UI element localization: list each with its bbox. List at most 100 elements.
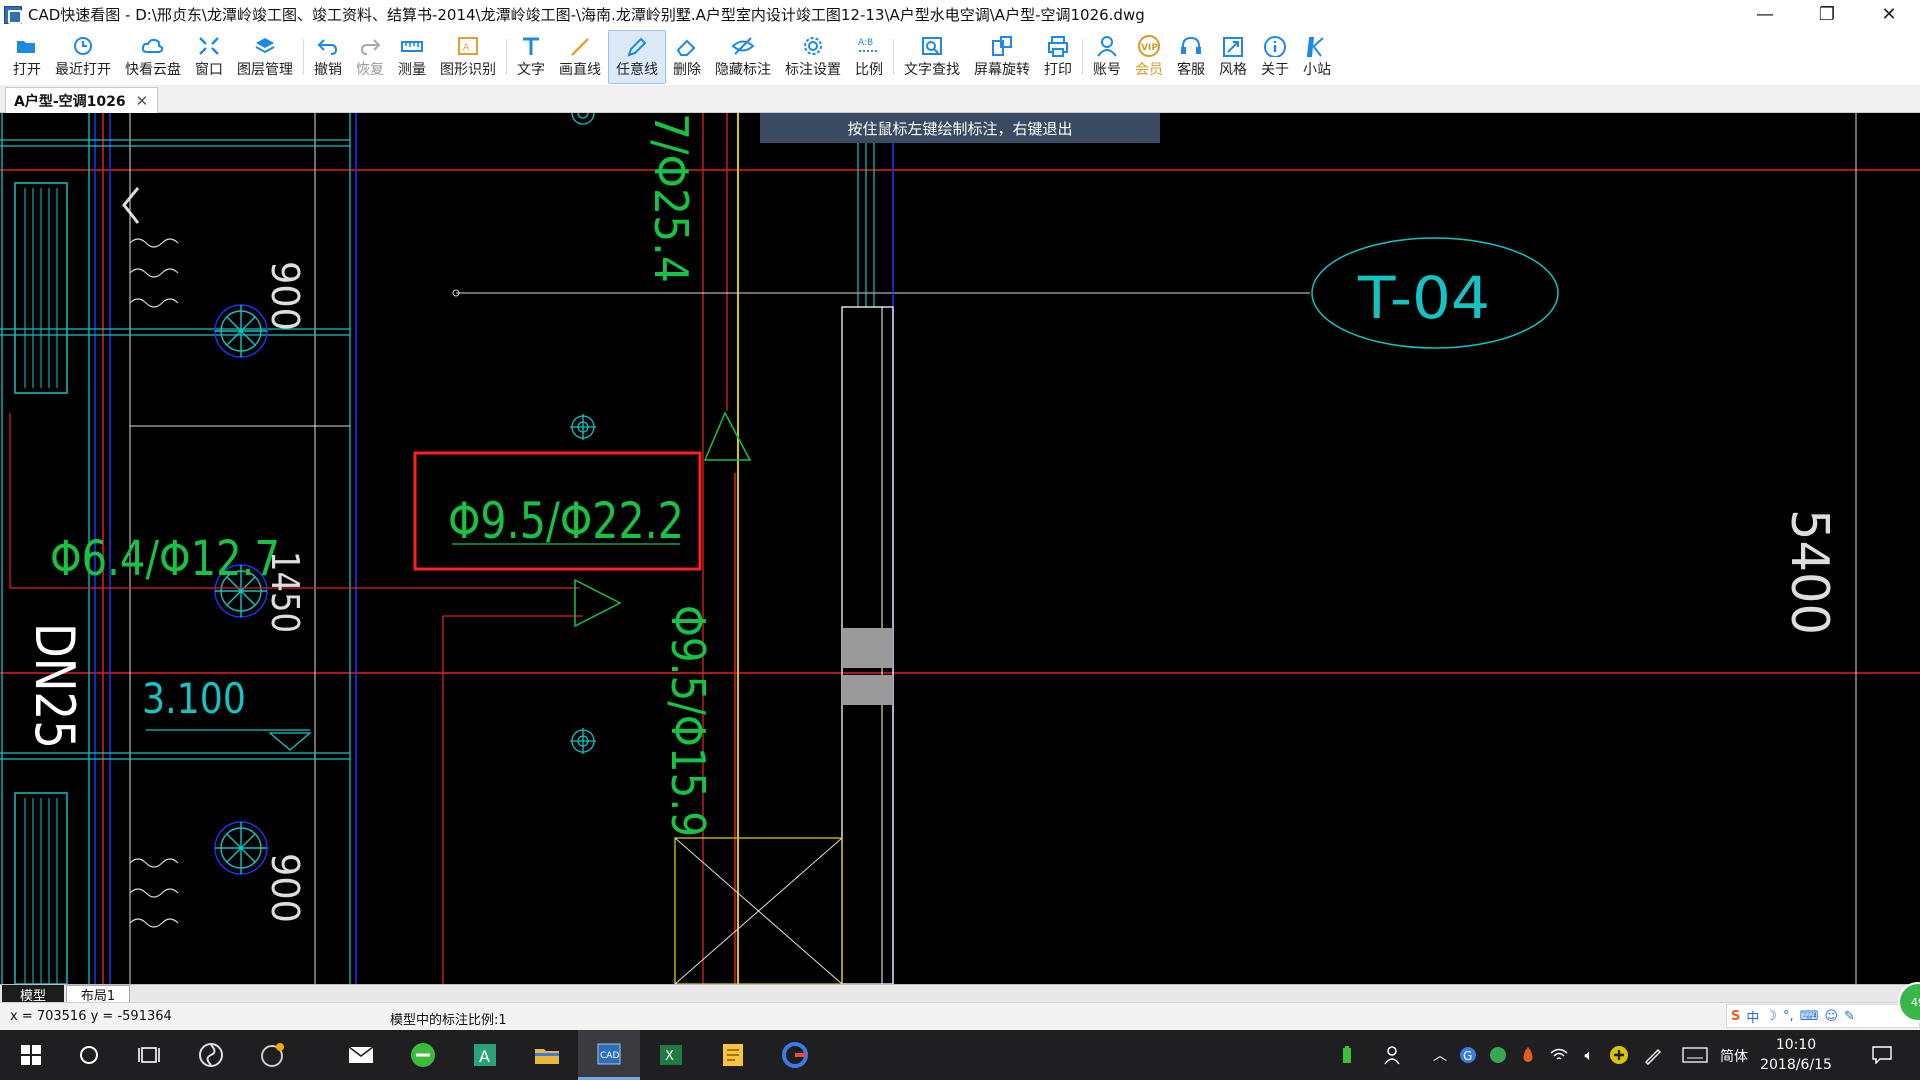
toolbar-label: 删除 — [673, 62, 701, 78]
toolbar-button-eraser[interactable]: 删除 — [666, 30, 708, 84]
toolbar-button-freehand-pen[interactable]: 任意线 — [608, 30, 666, 84]
browser-g-icon[interactable] — [764, 1030, 826, 1080]
style-icon — [1221, 35, 1245, 57]
toolbar-button-info[interactable]: 关于 — [1254, 30, 1296, 84]
minimize-button[interactable]: — — [1734, 0, 1796, 29]
label-pipe-a: Φ9.5/Φ22.2 — [448, 492, 684, 550]
toolbar-button-line[interactable]: 画直线 — [552, 30, 608, 84]
toolbar-button-printer[interactable]: 打印 — [1037, 30, 1079, 84]
printer-icon — [1046, 35, 1070, 57]
ime-chinese-mode-icon[interactable]: 中 — [1746, 1007, 1759, 1026]
toolbar-button-eye-hide[interactable]: 隐藏标注 — [708, 30, 778, 84]
mail-icon[interactable] — [330, 1030, 392, 1080]
notes-icon[interactable] — [702, 1030, 764, 1080]
toolbar-label: 关于 — [1261, 62, 1289, 78]
green-tray-icon[interactable] — [1486, 1030, 1510, 1080]
toolbar-label: 会员 — [1135, 62, 1163, 78]
label-dim-1450: 1450 — [263, 551, 307, 633]
toolbar-label: 恢复 — [356, 62, 384, 78]
svg-text:CAD: CAD — [600, 1051, 619, 1061]
toolbar-label: 图形识别 — [440, 62, 496, 78]
toolbar-label: 画直线 — [559, 62, 601, 78]
people-icon[interactable] — [1380, 1030, 1410, 1080]
cad-fast-view-icon[interactable]: CAD — [578, 1030, 640, 1080]
cad-drawing: T-04 Φ9.5/Φ22.2 Φ6.4/Φ12.7 3.100 7/Φ25.4… — [0, 113, 1920, 984]
start-icon[interactable] — [0, 1030, 62, 1080]
swirl-app-icon[interactable] — [242, 1030, 304, 1080]
toolbar-label: 测量 — [398, 62, 426, 78]
document-tab[interactable]: A户型-空调1026 ✕ — [5, 87, 158, 113]
redo-icon — [358, 35, 382, 57]
toolbar-button-text-search[interactable]: 文字查找 — [897, 30, 967, 84]
ruler-icon — [400, 35, 424, 57]
task-view-icon[interactable] — [118, 1030, 180, 1080]
svg-text:VIP: VIP — [1141, 43, 1158, 53]
rotate-screen-icon — [990, 35, 1014, 57]
headset-icon — [1179, 35, 1203, 57]
cad-viewer-a-icon[interactable]: A — [454, 1030, 516, 1080]
label-dim-900-top: 900 — [263, 261, 307, 331]
search-icon[interactable] — [58, 1030, 120, 1080]
input-language[interactable]: 简体 — [1720, 1046, 1748, 1066]
toolbar-button-recent-clock[interactable]: 最近打开 — [48, 30, 118, 84]
keyboard-icon[interactable] — [1680, 1030, 1710, 1080]
maximize-button[interactable]: ❐ — [1796, 0, 1858, 29]
ime-toolbar[interactable]: S 中 ☽ °, ⌨ ☺ ✎ — [1726, 1004, 1920, 1028]
system-clock[interactable]: 10:10 2018/6/15 — [1746, 1035, 1846, 1075]
drawing-hint-banner: 按住鼠标左键绘制标注，右键退出 — [760, 113, 1160, 143]
ime-moon-icon[interactable]: ☽ — [1765, 1009, 1777, 1024]
file-explorer-icon[interactable] — [516, 1030, 578, 1080]
toolbar-label: 图层管理 — [237, 62, 293, 78]
toolbar-button-undo[interactable]: 撤销 — [307, 30, 349, 84]
toolbar-label: 比例 — [855, 62, 883, 78]
google-icon[interactable]: G — [1456, 1030, 1480, 1080]
document-tab-label: A户型-空调1026 — [14, 93, 126, 110]
toolbar-label: 文字 — [517, 62, 545, 78]
pen-tray-icon[interactable] — [1640, 1030, 1666, 1080]
toolbar-button-cloud[interactable]: 快看云盘 — [118, 30, 188, 84]
volume-icon[interactable]: 🔈︎ — [1576, 1030, 1602, 1080]
toolbar-button-scale[interactable]: A:B 比例 — [848, 30, 890, 84]
label-dim-5400: 5400 — [1779, 509, 1839, 635]
tab-close-icon[interactable]: ✕ — [136, 92, 149, 110]
layout-tab-layout1[interactable]: 布局1 — [66, 985, 130, 1004]
toolbar-button-ruler[interactable]: 测量 — [391, 30, 433, 84]
toolbar-button-style[interactable]: 风格 — [1212, 30, 1254, 84]
toolbar-button-annotation-settings[interactable]: 标注设置 — [778, 30, 848, 84]
toolbar-button-layers[interactable]: 图层管理 — [230, 30, 300, 84]
pinwheel-app-icon[interactable] — [180, 1030, 242, 1080]
toolbar-button-k-site[interactable]: 小站 — [1296, 30, 1338, 84]
toolbar-button-vip[interactable]: VIP 会员 — [1128, 30, 1170, 84]
shape-recognize-icon: A — [456, 35, 480, 57]
battery-icon[interactable] — [1334, 1030, 1360, 1080]
toolbar-button-headset[interactable]: 客服 — [1170, 30, 1212, 84]
toolbar-button-window-fit[interactable]: 窗口 — [188, 30, 230, 84]
wifi-icon[interactable] — [1546, 1030, 1572, 1080]
sogou-s-icon[interactable]: S — [1731, 1009, 1740, 1024]
toolbar-button-rotate-screen[interactable]: 屏幕旋转 — [967, 30, 1037, 84]
toolbar-button-user[interactable]: 账号 — [1086, 30, 1128, 84]
security-plus-icon[interactable] — [1606, 1030, 1632, 1080]
window-controls: — ❐ ✕ — [1734, 0, 1920, 29]
toolbar-button-redo[interactable]: 恢复 — [349, 30, 391, 84]
close-button[interactable]: ✕ — [1858, 0, 1920, 29]
ime-tools-icon[interactable]: ✎ — [1844, 1009, 1855, 1024]
chevron-up-icon[interactable]: ︿ — [1428, 1030, 1452, 1080]
toolbar-label: 窗口 — [195, 62, 223, 78]
ime-user-icon[interactable]: ☺ — [1824, 1009, 1838, 1024]
notification-icon[interactable] — [1862, 1030, 1902, 1080]
excel-icon[interactable]: X — [640, 1030, 702, 1080]
toolbar-button-text[interactable]: 文字 — [510, 30, 552, 84]
browser-360-icon[interactable] — [392, 1030, 454, 1080]
toolbar-button-shape-recognize[interactable]: A 图形识别 — [433, 30, 503, 84]
annotation-settings-icon — [801, 35, 825, 57]
window-title: CAD快速看图 - D:\邢贞东\龙潭岭竣工图、竣工资料、结算书-2014\龙潭… — [28, 6, 1145, 24]
layout-tab-model[interactable]: 模型 — [2, 985, 64, 1004]
flame-tray-icon[interactable] — [1516, 1030, 1540, 1080]
ime-keyboard-icon[interactable]: ⌨ — [1800, 1009, 1819, 1024]
info-icon — [1263, 35, 1287, 57]
toolbar-button-folder-open[interactable]: 打开 — [6, 30, 48, 84]
ime-punct-icon[interactable]: °, — [1783, 1009, 1794, 1024]
drawing-canvas[interactable]: T-04 Φ9.5/Φ22.2 Φ6.4/Φ12.7 3.100 7/Φ25.4… — [0, 113, 1920, 984]
svg-text:A: A — [463, 43, 470, 53]
